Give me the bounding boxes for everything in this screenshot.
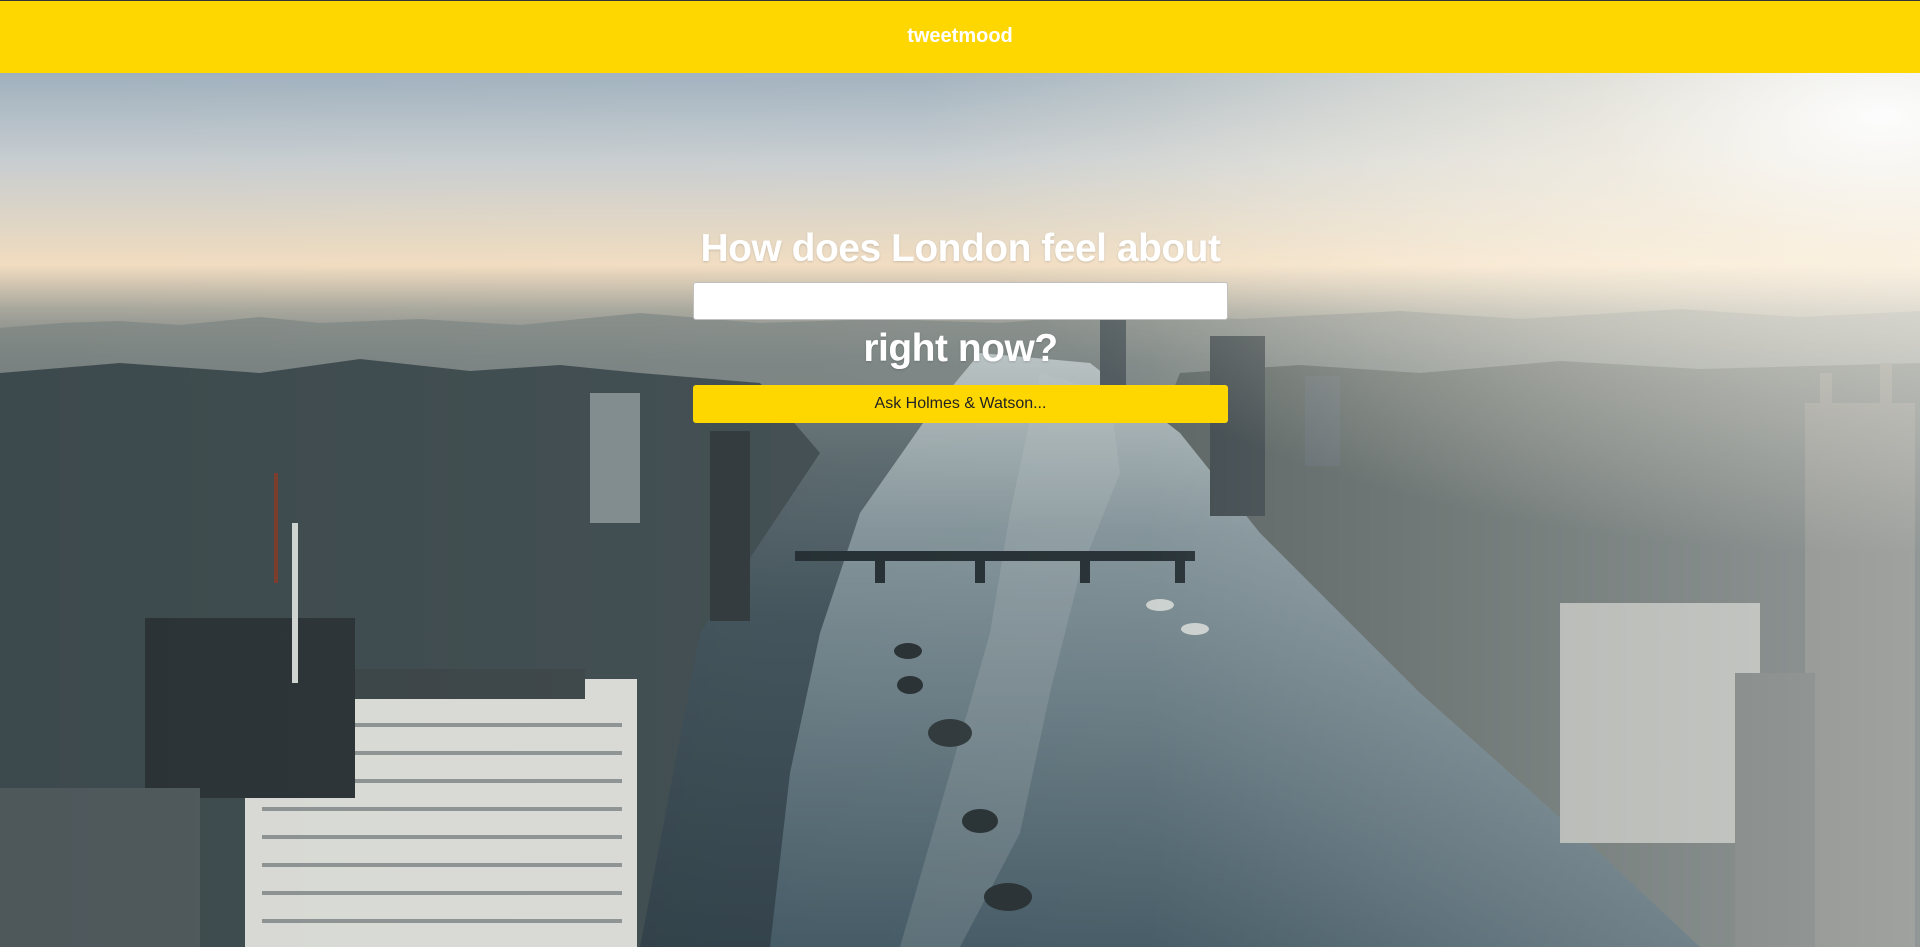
headline-suffix: right now? — [863, 327, 1058, 370]
london-thames-aerial-photo — [0, 73, 1920, 947]
ask-button[interactable]: Ask Holmes & Watson... — [693, 385, 1228, 423]
topic-input[interactable] — [693, 282, 1228, 320]
search-panel: How does London feel about right now? As… — [693, 226, 1228, 423]
navbar: tweetmood — [0, 0, 1920, 73]
brand-logo-text[interactable]: tweetmood — [907, 25, 1013, 48]
headline-question: How does London feel about — [700, 227, 1221, 270]
hero-section: How does London feel about right now? As… — [0, 73, 1920, 947]
